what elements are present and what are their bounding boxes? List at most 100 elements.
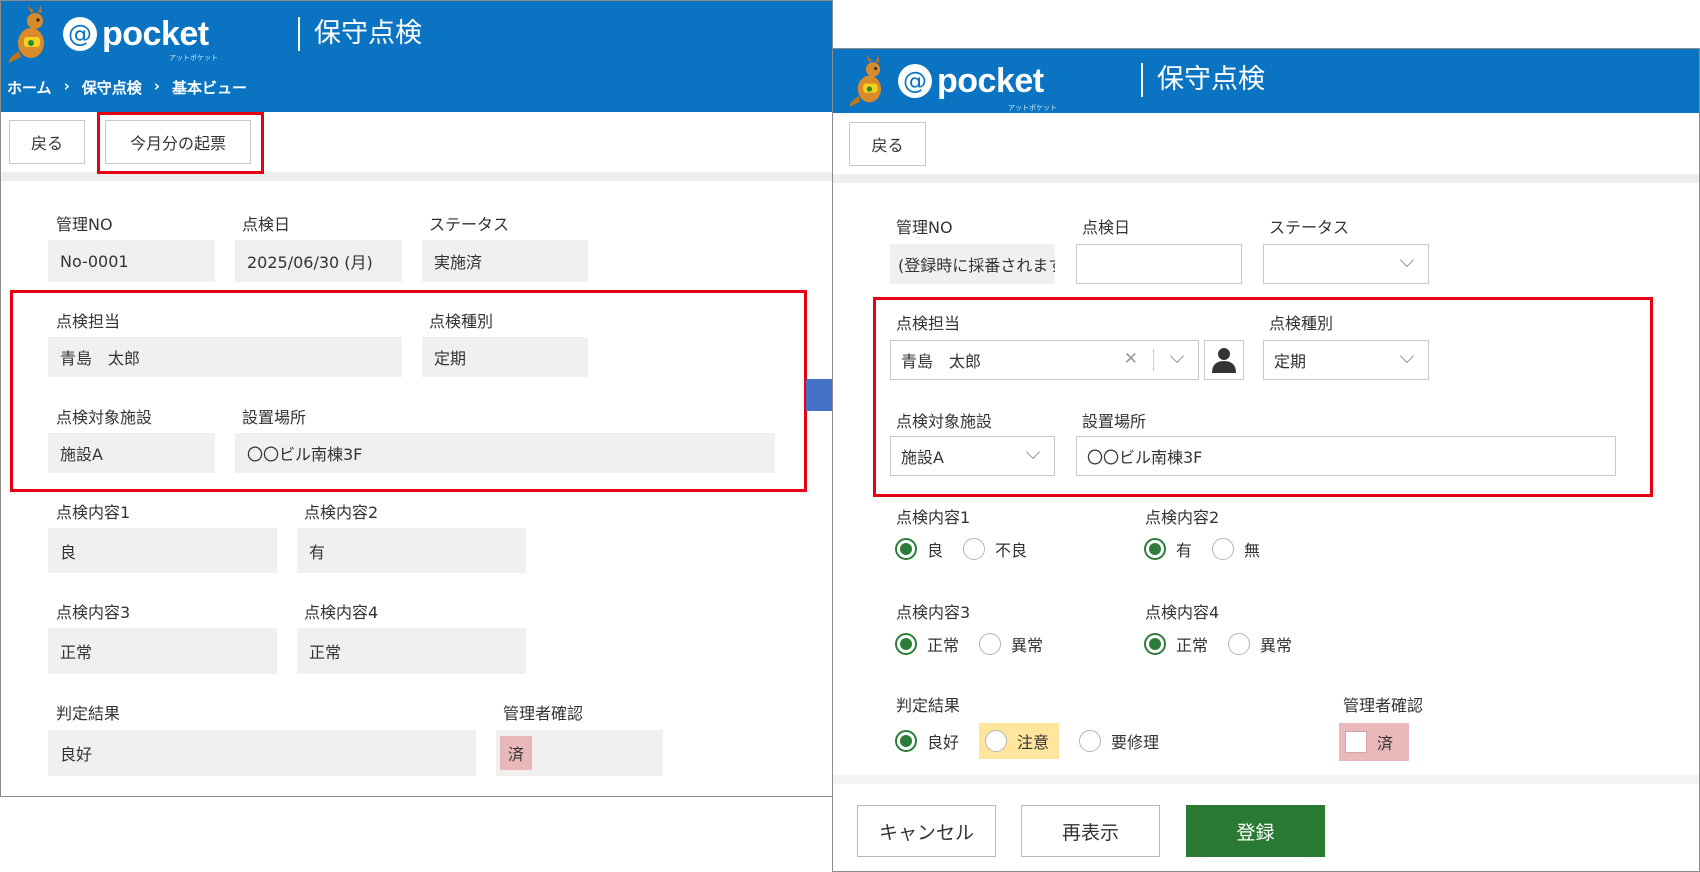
mgmt-no-value: (登録時に採番されます) [890,244,1055,284]
location-label: 設置場所 [1082,412,1147,431]
type-select[interactable]: 定期 [1263,340,1429,380]
status-label: ステータス [1269,218,1350,237]
content3-option-abnormal[interactable]: 異常 [979,632,1043,656]
content3-label: 点検内容3 [896,603,971,622]
result-label: 判定結果 [896,696,961,715]
footer-bar: キャンセル 再表示 登録 [833,775,1699,871]
app-logo: @ pocket [848,53,1044,109]
type-label: 点検種別 [1269,314,1334,333]
header-bar: @ pocket アットポケット 保守点検 ホーム › 保守点検 › 基本ビュー [1,1,832,112]
content2-value: 有 [297,528,526,573]
content4-label: 点検内容4 [304,603,379,622]
content3-option-normal[interactable]: 正常 [895,632,959,656]
chevron-down-icon [1025,444,1041,460]
chevron-down-icon[interactable] [1169,348,1185,364]
person-label: 点検担当 [896,314,961,333]
content2-label: 点検内容2 [1145,508,1220,527]
radio-unchecked-icon[interactable] [985,730,1008,752]
radio-unchecked-icon[interactable] [979,633,1002,655]
location-value: 〇〇ビル南棟3F [235,433,775,473]
radio-unchecked-icon[interactable] [1228,633,1251,655]
logo-subtext: アットポケット [169,54,218,62]
result-radio-group: 良好 注意 要修理 [895,723,1179,759]
chevron-down-icon [1399,348,1415,364]
back-button[interactable]: 戻る [9,120,85,164]
content1-option-good[interactable]: 良 [895,537,943,561]
logo-text: pocket [102,14,209,53]
highlight-box [97,112,264,174]
admin-confirm-checkbox[interactable]: 済 [1339,723,1409,761]
user-icon [1212,348,1236,373]
content4-option-normal[interactable]: 正常 [1144,632,1208,656]
result-option-repair[interactable]: 要修理 [1079,729,1159,753]
toolbar: 戻る [833,113,1699,183]
logo-subtext: アットポケット [1008,104,1057,112]
person-label: 点検担当 [56,312,121,331]
content4-value: 正常 [297,628,526,674]
content1-radio-group: 良 不良 [895,537,1047,561]
status-label: ステータス [429,215,510,234]
content4-radio-group: 正常 異常 [1144,632,1312,656]
content3-value: 正常 [48,628,277,674]
radio-checked-icon[interactable] [895,730,917,752]
chevron-down-icon [1399,252,1415,268]
date-input[interactable] [1076,244,1242,284]
content3-label: 点検内容3 [56,603,131,622]
person-value: 青島 太郎 [48,337,402,377]
redisplay-button[interactable]: 再表示 [1021,805,1160,857]
result-option-good[interactable]: 良好 [895,729,959,753]
logo-text: pocket [937,61,1044,100]
breadcrumb-home[interactable]: ホーム [7,77,52,98]
clear-icon[interactable]: ✕ [1124,349,1138,369]
content2-radio-group: 有 無 [1144,537,1280,561]
cancel-button[interactable]: キャンセル [857,805,996,857]
back-button[interactable]: 戻る [849,122,926,166]
at-mark-icon: @ [63,17,97,51]
type-label: 点検種別 [429,312,494,331]
radio-checked-icon[interactable] [1144,538,1166,560]
at-mark-icon: @ [898,64,932,98]
edit-panel: @ pocket アットポケット 保守点検 戻る 管理NO (登録時に採番されま… [832,48,1700,872]
breadcrumb: ホーム › 保守点検 › 基本ビュー [7,77,247,98]
person-select-value: 青島 太郎 [901,352,982,371]
admin-value-box: 済 [496,730,663,776]
content2-option-no[interactable]: 無 [1212,537,1260,561]
status-value: 実施済 [422,240,588,282]
location-label: 設置場所 [242,408,307,427]
date-value: 2025/06/30 (月) [235,240,402,282]
content1-option-bad[interactable]: 不良 [963,537,1027,561]
facility-label: 点検対象施設 [896,412,993,431]
admin-label: 管理者確認 [1343,696,1424,715]
page-title: 保守点検 [298,17,422,51]
content4-label: 点検内容4 [1145,603,1220,622]
breadcrumb-maintenance[interactable]: 保守点検 [82,77,142,98]
facility-select[interactable]: 施設A [890,436,1055,476]
header-bar: @ pocket アットポケット 保守点検 [833,49,1699,113]
content1-value: 良 [48,528,277,573]
facility-value: 施設A [48,433,215,473]
radio-checked-icon[interactable] [895,633,917,655]
checkbox-icon[interactable] [1345,731,1367,753]
result-label: 判定結果 [56,704,121,723]
radio-checked-icon[interactable] [895,538,917,560]
location-input[interactable]: 〇〇ビル南棟3F [1076,436,1616,476]
type-value: 定期 [422,337,588,377]
breadcrumb-separator: › [63,77,70,95]
radio-checked-icon[interactable] [1144,633,1166,655]
content4-option-abnormal[interactable]: 異常 [1228,632,1292,656]
radio-unchecked-icon[interactable] [1079,730,1102,752]
breadcrumb-basic-view: 基本ビュー [171,79,247,97]
radio-unchecked-icon[interactable] [963,538,986,560]
content3-radio-group: 正常 異常 [895,632,1063,656]
content1-label: 点検内容1 [56,503,131,522]
result-option-caution[interactable]: 注意 [979,723,1060,759]
radio-unchecked-icon[interactable] [1212,538,1235,560]
register-button[interactable]: 登録 [1186,805,1325,857]
content2-label: 点検内容2 [304,503,379,522]
status-select[interactable] [1263,244,1429,284]
person-select[interactable]: 青島 太郎 ✕ [890,340,1199,380]
content2-option-yes[interactable]: 有 [1144,537,1192,561]
content1-label: 点検内容1 [896,508,971,527]
select-divider [1153,349,1154,371]
user-picker-button[interactable] [1204,340,1244,380]
